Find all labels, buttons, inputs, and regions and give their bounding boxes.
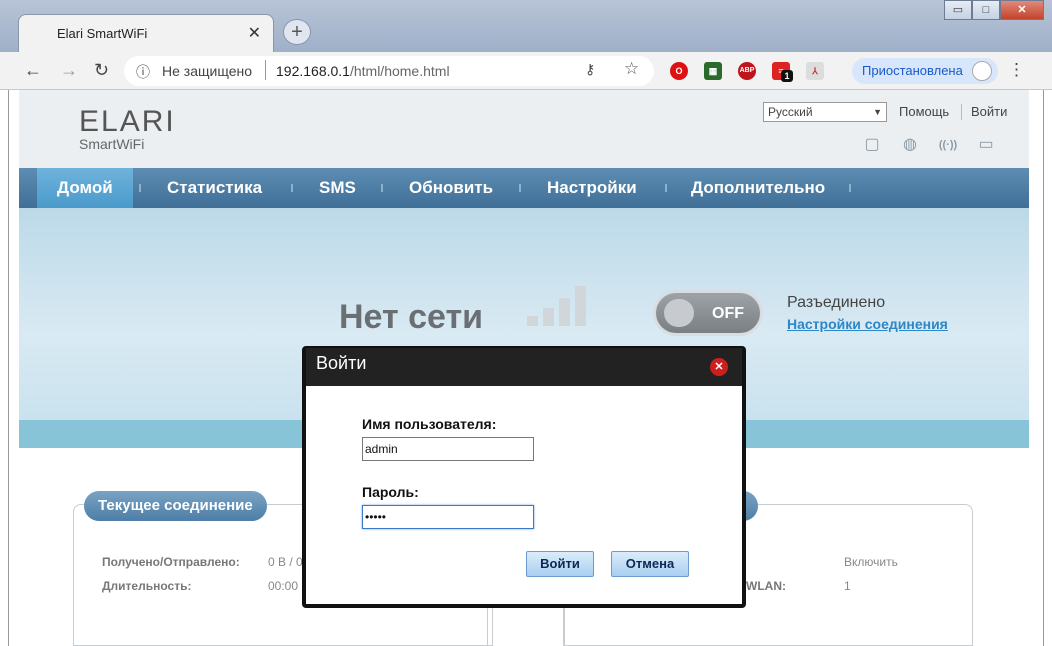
pdf-icon[interactable]: ⅄ (806, 62, 824, 80)
language-select[interactable]: Русский ▼ (763, 102, 887, 122)
url-divider (265, 60, 266, 80)
close-icon[interactable]: ✕ (710, 358, 728, 376)
password-label: Пароль: (362, 484, 419, 500)
nav-update[interactable]: Обновить (409, 178, 493, 198)
back-arrow-icon[interactable]: ← (24, 60, 42, 81)
key-icon[interactable]: ⚷ (585, 61, 595, 78)
main-nav: Домой Статистика SMS Обновить Настройки … (19, 168, 1029, 208)
login-dialog: Войти ✕ Имя пользователя: Пароль: Войти … (306, 348, 742, 604)
chevron-down-icon: ▼ (873, 107, 882, 117)
nav-separator (139, 184, 141, 192)
row-value: 00:00 (268, 579, 299, 593)
nav-separator (849, 184, 851, 192)
status-icons: ▢ ◍ ((·)) ▭ (859, 134, 999, 156)
connection-toggle[interactable]: OFF (653, 290, 763, 336)
username-label: Имя пользователя: (362, 416, 497, 432)
language-value: Русский (768, 105, 813, 119)
nav-separator (291, 184, 293, 192)
signal-strength-icon (527, 286, 586, 326)
login-submit-button[interactable]: Войти (526, 551, 594, 577)
nav-home[interactable]: Домой (37, 168, 133, 208)
row-label: Получено/Отправлено: (102, 555, 240, 569)
info-icon[interactable]: ⓘ (136, 62, 150, 82)
dialog-title: Войти (316, 353, 367, 373)
signal-bar (543, 308, 554, 326)
avatar (972, 61, 992, 81)
signal-bar (575, 286, 586, 326)
maximize-button[interactable]: □ (972, 0, 1000, 20)
wifi-icon: ((·)) (938, 139, 958, 151)
login-link[interactable]: Войти (971, 104, 1007, 119)
url-host: 192.168.0.1 (276, 63, 350, 79)
tab-title: Elari SmartWiFi (57, 26, 148, 41)
connection-state: Разъединено (787, 294, 886, 311)
profile-status: Приостановлена (862, 63, 963, 78)
toggle-label: OFF (712, 305, 744, 322)
password-field[interactable] (362, 505, 534, 529)
sim-icon: ▢ (864, 136, 880, 153)
star-icon[interactable]: ☆ (624, 59, 639, 79)
row-value: 1 (844, 579, 851, 593)
globe-icon: ◍ (903, 136, 917, 153)
forward-arrow-icon[interactable]: → (60, 60, 78, 81)
nav-separator (381, 184, 383, 192)
url-input[interactable]: ⓘ Не защищено 192.168.0.1/html/home.html (124, 56, 654, 86)
tab-close-icon[interactable]: ✕ (248, 23, 261, 43)
browser-tab-bar: Elari SmartWiFi ✕ + ▭ □ ✕ (0, 0, 1052, 52)
header-divider (961, 104, 962, 120)
nav-settings[interactable]: Настройки (547, 178, 637, 198)
battery-icon: ▭ (978, 136, 994, 153)
nav-separator (665, 184, 667, 192)
help-link[interactable]: Помощь (899, 104, 949, 119)
url-path: /html/home.html (349, 63, 450, 79)
window-controls: ▭ □ ✕ (944, 0, 1044, 20)
row-label: Длительность: (102, 579, 192, 593)
minimize-button[interactable]: ▭ (944, 0, 972, 20)
toggle-knob (664, 299, 694, 327)
dialog-header: Войти ✕ (306, 348, 742, 386)
new-tab-button[interactable]: + (283, 19, 311, 45)
username-field[interactable] (362, 437, 534, 461)
address-bar: ← → ↻ ⓘ Не защищено 192.168.0.1/html/hom… (0, 52, 1052, 90)
security-label[interactable]: Не защищено (162, 63, 252, 79)
logo-main: ELARI (79, 105, 176, 138)
logo-sub: SmartWiFi (79, 136, 145, 152)
adblock-icon[interactable]: ABP (738, 62, 756, 80)
connection-settings-link[interactable]: Настройки соединения (787, 316, 948, 332)
row-value: Включить (844, 555, 898, 569)
page-header: ELARI SmartWiFi Русский ▼ Помощь Войти ▢… (19, 90, 1029, 168)
signal-bar (559, 298, 570, 326)
extension-badge: 1 (781, 70, 793, 82)
cancel-button[interactable]: Отмена (611, 551, 689, 577)
network-status: Нет сети (339, 298, 484, 336)
nav-advanced[interactable]: Дополнительно (691, 178, 825, 198)
row-label: WLAN: (746, 579, 786, 593)
elari-logo: ELARI SmartWiFi (79, 105, 176, 153)
nav-separator (519, 184, 521, 192)
row-value: 0 B / 0 (268, 555, 303, 569)
menu-dots-icon[interactable]: ⋮ (1008, 60, 1025, 80)
close-window-button[interactable]: ✕ (1000, 0, 1044, 20)
media-icon[interactable]: ▦ (704, 62, 722, 80)
reload-icon[interactable]: ↻ (94, 60, 109, 81)
url-text[interactable]: 192.168.0.1/html/home.html (276, 63, 450, 79)
nav-statistics[interactable]: Статистика (167, 178, 262, 198)
nav-sms[interactable]: SMS (319, 178, 356, 198)
opera-icon[interactable]: O (670, 62, 688, 80)
browser-tab[interactable]: Elari SmartWiFi ✕ (18, 14, 274, 52)
panel-title: Текущее соединение (84, 491, 267, 521)
profile-button[interactable]: Приостановлена (852, 58, 998, 84)
signal-bar (527, 316, 538, 326)
